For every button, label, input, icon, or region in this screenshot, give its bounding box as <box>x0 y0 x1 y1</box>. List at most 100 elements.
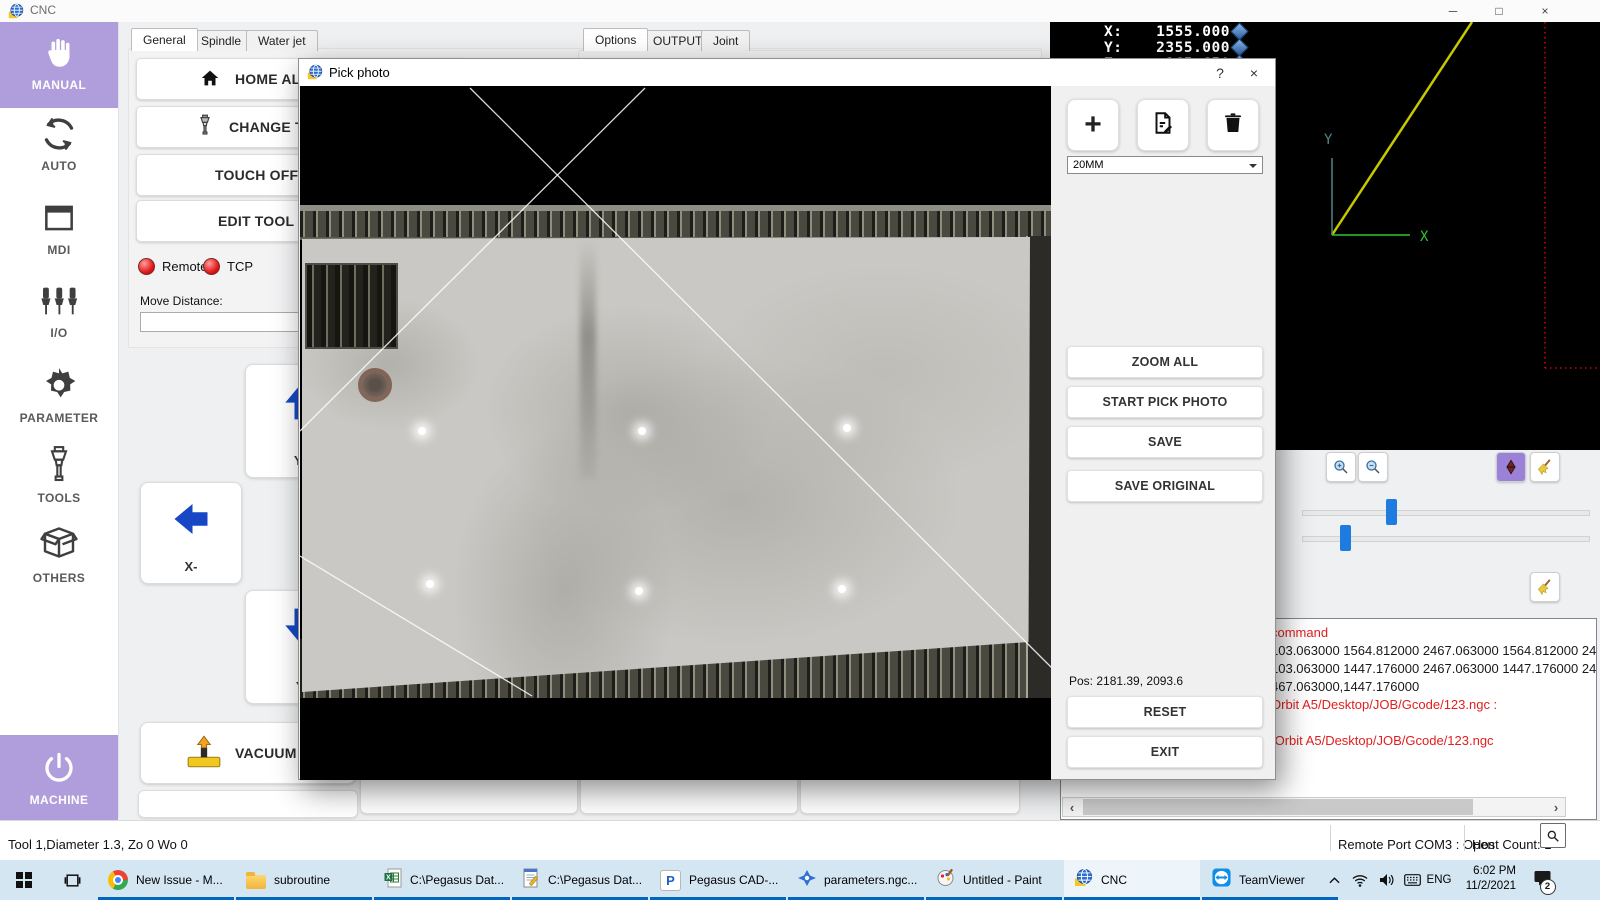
hidden-button-stub[interactable] <box>138 790 358 818</box>
pegasus-cad-icon: P <box>660 869 681 891</box>
sidebar-item-mdi[interactable]: MDI <box>0 195 118 261</box>
gear-icon <box>0 363 118 409</box>
zoom-all-button[interactable]: ZOOM ALL <box>1067 346 1263 378</box>
minimize-button[interactable]: ─ <box>1430 0 1476 22</box>
folder-icon <box>246 872 266 889</box>
speed-slider-handle[interactable] <box>1340 525 1351 551</box>
clear-view-broom-button[interactable] <box>1530 452 1560 482</box>
toolholder-icon <box>0 443 118 489</box>
gcode-file-icon <box>798 869 816 892</box>
clear-log-broom-button[interactable] <box>1530 572 1560 602</box>
speaker-icon[interactable] <box>1374 860 1398 900</box>
x-axis-label: X <box>1420 229 1429 245</box>
jog-x-minus-button[interactable]: X- <box>140 482 242 584</box>
notepad-icon <box>522 868 540 893</box>
zoom-out-button[interactable] <box>1358 452 1388 482</box>
dialog-help-button[interactable]: ? <box>1205 59 1235 86</box>
size-dropdown[interactable]: 20MM <box>1067 156 1263 174</box>
clock[interactable]: 6:02 PM 11/2/2021 <box>1456 864 1516 894</box>
status-bar: Tool 1,Diameter 1.3, Zo 0 Wo 0 Remote Po… <box>0 820 1600 861</box>
tab-options[interactable]: Options <box>583 28 649 51</box>
move-distance-label: Move Distance: <box>140 294 223 308</box>
cursor-position-text: Pos: 2181.39, 2093.6 <box>1069 674 1184 688</box>
taskbar-app-pegasus-cad[interactable]: P Pegasus CAD-... <box>650 860 786 900</box>
start-button[interactable] <box>0 860 48 900</box>
task-view-button[interactable] <box>48 860 96 900</box>
pick-crosshair-lines <box>300 87 1051 697</box>
log-horizontal-scrollbar[interactable]: ‹ › <box>1062 797 1566 817</box>
dro-y-row: Y: 2355.000 <box>1104 40 1230 56</box>
taskbar-app-spreadsheet[interactable]: X C:\Pegasus Dat... <box>374 860 510 900</box>
tcp-indicator[interactable]: TCP <box>203 258 253 275</box>
taskbar-app-paint[interactable]: Untitled - Paint <box>926 860 1062 900</box>
language-indicator[interactable]: ENG <box>1424 860 1454 900</box>
tab-joint[interactable]: Joint <box>701 30 751 51</box>
sidebar-item-parameter[interactable]: PARAMETER <box>0 363 118 430</box>
dro-x-value: 1555.000 <box>1156 24 1230 40</box>
dro-x-row: X: 1555.000 <box>1104 24 1230 40</box>
add-size-button[interactable]: + <box>1067 99 1119 151</box>
pick-photo-dialog: Pick photo ? × + 20MM ZOOM ALL START PIC… <box>298 58 1276 780</box>
reset-button[interactable]: RESET <box>1067 696 1263 728</box>
sidebar-item-tools[interactable]: TOOLS <box>0 443 118 510</box>
arrow-left-icon <box>172 501 210 542</box>
save-original-button[interactable]: SAVE ORIGINAL <box>1067 470 1263 502</box>
exit-button[interactable]: EXIT <box>1067 736 1263 768</box>
sidebar-item-others[interactable]: OTHERS <box>0 523 118 590</box>
taskbar-app-cnc[interactable]: CNC <box>1064 860 1200 900</box>
delete-size-button[interactable] <box>1207 99 1259 151</box>
edit-size-button[interactable] <box>1137 99 1189 151</box>
app-globe-icon <box>8 3 24 24</box>
windows-logo-icon <box>16 872 32 888</box>
feed-slider[interactable] <box>1302 510 1590 516</box>
vacuum-icon <box>185 734 223 773</box>
zoom-in-button[interactable] <box>1326 452 1356 482</box>
touch-keyboard-icon[interactable] <box>1400 860 1424 900</box>
taskbar: New Issue - M... subroutine X C:\Pegasus… <box>0 860 1600 900</box>
plumb-bob-button[interactable] <box>1496 452 1526 482</box>
sidebar-item-manual[interactable]: MANUAL <box>0 22 118 108</box>
dialog-close-button[interactable]: × <box>1239 59 1269 86</box>
maximize-button[interactable]: □ <box>1476 0 1522 22</box>
sidebar-item-io[interactable]: I/O <box>0 278 118 345</box>
chevron-up-icon <box>1328 876 1340 883</box>
camera-photo[interactable] <box>300 86 1051 780</box>
hand-icon <box>0 30 118 76</box>
svg-text:X: X <box>386 874 391 881</box>
start-pick-photo-button[interactable]: START PICK PHOTO <box>1067 386 1263 418</box>
taskbar-app-chrome[interactable]: New Issue - M... <box>98 860 234 900</box>
sidebar: MANUAL AUTO MDI I/O PARAMETER TOOLS OTHE… <box>0 22 119 825</box>
taskbar-app-gcode[interactable]: parameters.ngc... <box>788 860 924 900</box>
notification-center-button[interactable]: 2 <box>1524 860 1560 900</box>
toolpath-canvas: Y X <box>1324 22 1600 369</box>
dialog-globe-icon <box>307 64 323 85</box>
dialog-titlebar[interactable]: Pick photo ? × <box>299 59 1275 86</box>
scrollbar-thumb[interactable] <box>1083 799 1473 815</box>
close-button[interactable]: × <box>1522 0 1568 22</box>
desktop: CNC ─ □ × MANUAL AUTO MDI I/O PARAMETER … <box>0 0 1600 900</box>
paint-icon <box>936 868 955 892</box>
taskbar-app-folder[interactable]: subroutine <box>236 860 372 900</box>
sidebar-item-machine[interactable]: MACHINE <box>0 735 118 825</box>
scroll-right-arrow[interactable]: › <box>1547 798 1565 816</box>
scroll-left-arrow[interactable]: ‹ <box>1063 798 1081 816</box>
tab-spindle[interactable]: Spindle <box>189 30 254 51</box>
cycle-arrows-icon <box>0 111 118 157</box>
tab-water-jet[interactable]: Water jet <box>246 30 318 51</box>
taskbar-app-notepad[interactable]: C:\Pegasus Dat... <box>512 860 648 900</box>
status-search-button[interactable] <box>1540 823 1566 848</box>
sidebar-item-auto[interactable]: AUTO <box>0 111 118 177</box>
dialog-title: Pick photo <box>329 65 390 80</box>
feed-slider-handle[interactable] <box>1386 499 1397 525</box>
trash-icon <box>1221 111 1245 140</box>
tray-expand-button[interactable] <box>1322 860 1346 900</box>
notification-count-badge: 2 <box>1539 878 1556 895</box>
taskbar-app-teamviewer[interactable]: TeamViewer <box>1202 860 1338 900</box>
tab-general[interactable]: General <box>131 28 198 51</box>
save-button[interactable]: SAVE <box>1067 426 1263 458</box>
tool-icon <box>195 114 215 141</box>
wifi-icon[interactable] <box>1348 860 1372 900</box>
dro-y-value: 2355.000 <box>1156 40 1230 56</box>
chrome-icon <box>108 870 128 890</box>
remote-indicator[interactable]: Remote <box>138 258 208 275</box>
